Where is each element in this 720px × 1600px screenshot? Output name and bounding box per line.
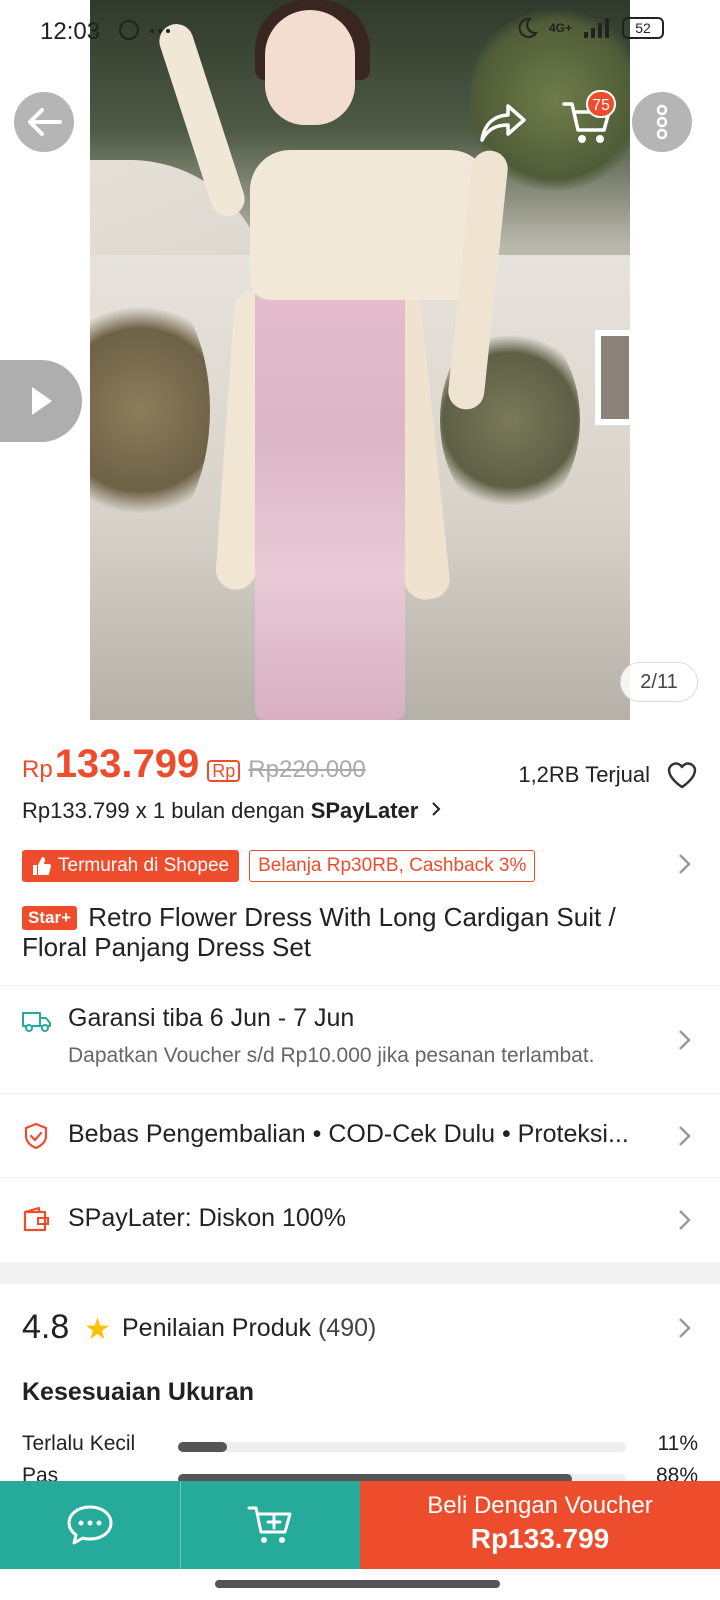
size-fit-label: Terlalu Kecil xyxy=(22,1432,136,1455)
paylater-text: Rp133.799 x 1 bulan dengan xyxy=(22,798,305,823)
status-right-icons: 4G+ 52 xyxy=(515,16,664,40)
add-to-cart-icon xyxy=(247,1506,291,1543)
size-fit-bar-fill xyxy=(178,1442,228,1452)
spaylater-discount-row[interactable]: SPayLater: Diskon 100% xyxy=(0,1177,720,1262)
size-fit-row: Terlalu Kecil 11% xyxy=(22,1432,698,1462)
star-icon: ★ xyxy=(84,1313,111,1346)
shipping-title: Garansi tiba 6 Jun - 7 Jun xyxy=(68,1004,355,1032)
thumbs-up-icon xyxy=(33,857,51,875)
cart-count-badge: 75 xyxy=(586,90,616,118)
star-plus-tag: Star+ xyxy=(22,906,77,930)
truck-icon xyxy=(22,1012,51,1032)
promo-badges[interactable]: Termurah di Shopee Belanja Rp30RB, Cashb… xyxy=(22,850,536,882)
chevron-right-icon xyxy=(679,1126,691,1146)
chat-button[interactable] xyxy=(0,1481,180,1569)
chevron-right-icon[interactable] xyxy=(676,852,692,876)
network-label: 4G+ xyxy=(548,21,572,35)
rating-label: Penilaian Produk xyxy=(122,1314,312,1342)
buy-button-label: Beli Dengan Voucher xyxy=(427,1492,653,1519)
play-video-button[interactable] xyxy=(0,360,82,442)
price-row: Rp 133.799 Rp Rp220.000 xyxy=(22,742,366,787)
home-indicator[interactable] xyxy=(215,1580,500,1588)
rating-count: (490) xyxy=(317,1314,377,1342)
whatsapp-icon xyxy=(119,20,170,40)
wallet-icon xyxy=(23,1206,49,1232)
back-arrow-icon xyxy=(28,108,62,136)
chevron-right-icon xyxy=(432,802,441,816)
chevron-right-icon xyxy=(679,1210,691,1230)
signal-icon xyxy=(584,18,609,38)
size-fit-title: Kesesuaian Ukuran xyxy=(22,1378,255,1406)
bottom-action-bar: Beli Dengan Voucher Rp133.799 xyxy=(0,1481,720,1569)
shipping-guarantee-row[interactable]: Garansi tiba 6 Jun - 7 Jun Dapatkan Vouc… xyxy=(0,985,720,1093)
status-time: 12:03 xyxy=(40,18,101,45)
chat-icon xyxy=(67,1505,113,1545)
buy-with-voucher-button[interactable]: Beli Dengan Voucher Rp133.799 xyxy=(360,1481,720,1569)
status-notification-icons xyxy=(118,18,174,48)
sold-count: 1,2RB Terjual xyxy=(518,762,650,787)
guarantee-text: Bebas Pengembalian • COD-Cek Dulu • Prot… xyxy=(68,1120,629,1148)
add-to-cart-button[interactable] xyxy=(180,1481,360,1569)
size-fit-percent: 11% xyxy=(657,1432,698,1455)
status-bar: 12:03 4G+ 52 xyxy=(0,0,720,64)
rating-label-group: Penilaian Produk (490) xyxy=(122,1314,376,1343)
play-icon xyxy=(32,387,52,415)
cashback-badge: Belanja Rp30RB, Cashback 3% xyxy=(249,850,536,882)
price-currency: Rp xyxy=(22,756,53,783)
heart-icon[interactable] xyxy=(666,760,698,790)
cheapest-badge: Termurah di Shopee xyxy=(22,850,240,882)
product-title: Star+ Retro Flower Dress With Long Cardi… xyxy=(22,902,662,962)
image-page-counter: 2/11 xyxy=(620,662,698,702)
shield-icon xyxy=(24,1122,48,1150)
guarantee-row[interactable]: Bebas Pengembalian • COD-Cek Dulu • Prot… xyxy=(0,1093,720,1177)
battery-indicator: 52 xyxy=(622,17,664,39)
more-options-button[interactable] xyxy=(632,92,692,152)
product-photo[interactable] xyxy=(90,0,630,720)
chevron-right-icon xyxy=(679,1318,691,1338)
paylater-brand: SPayLater xyxy=(310,798,419,823)
cheapest-badge-label: Termurah di Shopee xyxy=(58,855,230,876)
share-icon[interactable] xyxy=(478,100,528,146)
shipping-subtitle: Dapatkan Voucher s/d Rp10.000 jika pesan… xyxy=(68,1044,595,1067)
back-button[interactable] xyxy=(14,92,74,152)
section-divider xyxy=(0,1262,720,1284)
product-image-gallery[interactable]: 12:03 4G+ 52 75 2/11 xyxy=(0,0,720,720)
installment-icon: Rp xyxy=(207,760,241,782)
spaylater-discount-text: SPayLater: Diskon 100% xyxy=(68,1204,346,1232)
buy-button-price: Rp133.799 xyxy=(470,1523,610,1554)
paylater-installment-link[interactable]: Rp133.799 x 1 bulan dengan SPayLater xyxy=(22,798,442,824)
product-title-text: Retro Flower Dress With Long Cardigan Su… xyxy=(22,902,616,962)
product-rating-row[interactable]: 4.8 ★ Penilaian Produk (490) xyxy=(22,1304,698,1352)
product-page: 12:03 4G+ 52 75 2/11 Rp 133.799 Rp Rp220… xyxy=(0,0,720,1600)
chevron-right-icon xyxy=(679,1030,691,1050)
moon-icon xyxy=(518,17,539,38)
price-value: 133.799 xyxy=(54,742,200,786)
size-fit-bar xyxy=(178,1442,626,1452)
more-icon xyxy=(656,104,668,140)
original-price: Rp220.000 xyxy=(248,756,366,783)
rating-score: 4.8 xyxy=(22,1308,70,1346)
